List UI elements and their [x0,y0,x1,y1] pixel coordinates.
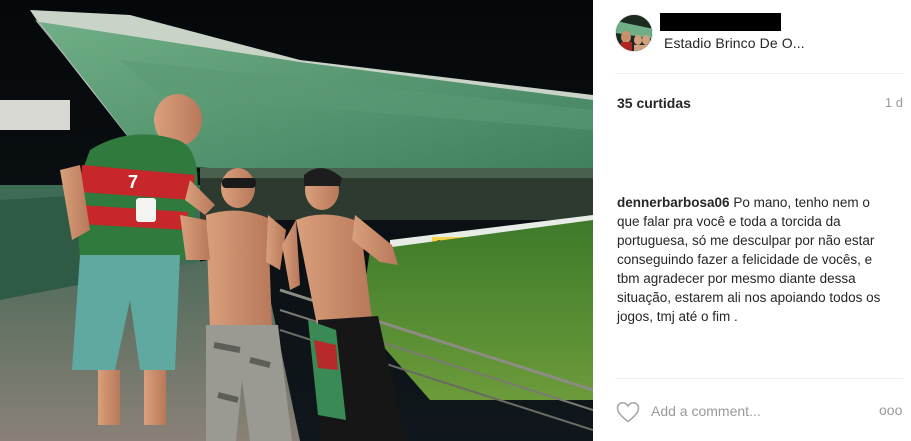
more-options-ellipsis-icon[interactable]: ooo [879,402,902,418]
divider [615,378,903,379]
likes-count[interactable]: 35 curtidas [617,95,691,111]
redacted-username-bar [660,13,781,31]
post-location[interactable]: Estadio Brinco De O... [664,35,805,51]
post-caption: dennerbarbosa06 Po mano, tenho nem o que… [617,193,889,326]
post-time[interactable]: 1 d [885,95,903,110]
divider [615,73,903,74]
jersey-number: 7 [128,172,138,192]
post-header: Estadio Brinco De O... [593,0,911,73]
heart-icon[interactable] [616,401,640,423]
avatar[interactable] [615,14,653,52]
avatar-image [616,15,652,51]
instagram-post-view: Guaraná 7 [0,0,911,441]
caption-username[interactable]: dennerbarbosa06 [617,195,730,210]
stadium-photo-illustration: Guaraná 7 [0,0,593,441]
post-sidebar: Estadio Brinco De O... 35 curtidas 1 d d… [593,0,911,441]
caption-text: Po mano, tenho nem o que falar pra você … [617,195,881,324]
post-photo[interactable]: Guaraná 7 [0,0,593,441]
comment-input[interactable] [651,401,851,421]
